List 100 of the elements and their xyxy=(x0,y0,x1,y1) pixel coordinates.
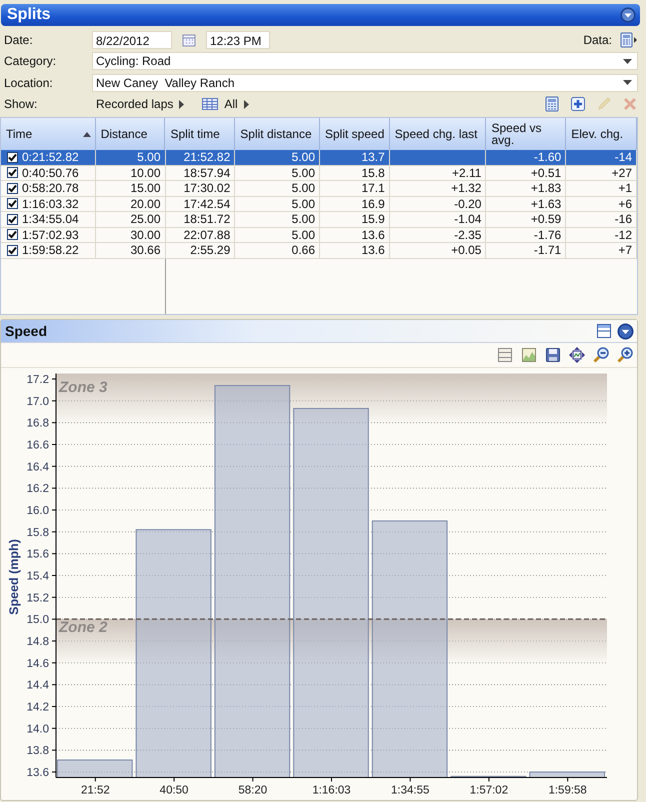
time-field[interactable]: 12:23 PM xyxy=(206,30,270,49)
filter-menu[interactable]: All xyxy=(198,97,253,112)
table-cell: 13.6 xyxy=(361,243,385,258)
panel-title: Speed xyxy=(5,323,48,339)
axis-tick-label: 15.0 xyxy=(26,614,49,626)
table-cell: -1.04 xyxy=(454,212,482,226)
table-cell: 20.00 xyxy=(130,196,160,211)
table-cell: +1.32 xyxy=(451,181,482,196)
table-cell: 5.00 xyxy=(137,150,160,164)
table-row[interactable]: 1:59:58.22 30.66 2:55.29 0.66 13.6 +0.05 -1.71 +7 xyxy=(1,243,637,258)
zone-label: Zone 2 xyxy=(59,619,108,636)
axis-tick-label: 17.2 xyxy=(26,374,49,386)
table-row[interactable]: 0:58:20.78 15.00 17:30.02 5.00 17.1 +1.32 +1.83 +1 xyxy=(1,181,637,196)
axis-tick-label: 14.2 xyxy=(26,702,49,714)
zoom-out-icon[interactable] xyxy=(593,347,609,363)
chart-icon[interactable] xyxy=(521,347,537,363)
checkbox[interactable] xyxy=(7,182,18,194)
table-row[interactable]: 0:21:52.82 5.00 21:52.82 5.00 13.7 -1.60 -14 xyxy=(1,150,637,166)
axis-tick-label: 1:59:58 xyxy=(548,784,587,796)
add-icon[interactable] xyxy=(570,96,586,112)
table-cell: 1:16:03.32 xyxy=(22,196,79,211)
axis-tick-label: 14.4 xyxy=(26,680,49,692)
axis-tick-label: 15.4 xyxy=(26,570,49,582)
field-label: Category: xyxy=(4,54,58,68)
table-cell: +6 xyxy=(618,196,632,211)
table-cell: 13.6 xyxy=(361,228,385,242)
location-dropdown[interactable]: New Caney Valley Ranch xyxy=(92,74,638,92)
field-label: Data: xyxy=(583,32,612,47)
table-cell: 1:59:58.22 xyxy=(22,243,79,258)
dropdown-arrow-icon xyxy=(623,58,632,64)
calendar-icon[interactable] xyxy=(182,32,196,47)
axis-tick-label: 17.0 xyxy=(26,396,49,408)
table-cell: 1:34:55.04 xyxy=(22,212,79,226)
table-row[interactable]: 0:40:50.76 10.00 18:57.94 5.00 15.8 +2.11 +0.51 +27 xyxy=(1,166,637,181)
table-cell: 17:30.02 xyxy=(184,181,230,196)
axis-tick-label: 16.0 xyxy=(26,505,49,517)
checkbox[interactable] xyxy=(7,152,18,163)
axis-tick-label: 13.8 xyxy=(26,745,49,758)
table-cell: 16.9 xyxy=(361,196,385,211)
calculator-icon[interactable] xyxy=(620,32,638,48)
axis-tick-label: 40:50 xyxy=(160,784,188,796)
table-cell: -16 xyxy=(614,212,632,226)
table-cell: 5.00 xyxy=(292,212,316,226)
table-cell: 0:21:52.82 xyxy=(22,150,79,164)
table-cell: -12 xyxy=(614,228,632,242)
checkbox[interactable] xyxy=(7,167,18,178)
table-cell: 10.00 xyxy=(130,166,160,180)
table-cell: 18:57.94 xyxy=(184,166,230,180)
table-cell: +0.05 xyxy=(451,243,482,258)
axis-tick-label: 16.2 xyxy=(26,483,49,496)
table-row[interactable]: 1:34:55.04 25.00 18:51.72 5.00 15.9 -1.04 +0.59 -16 xyxy=(1,212,637,228)
table-cell: 15.9 xyxy=(361,212,385,226)
axis-tick-label: 15.8 xyxy=(26,526,49,539)
zoom-in-icon[interactable] xyxy=(617,347,633,363)
laps-menu[interactable]: Recorded laps xyxy=(92,97,188,112)
table-cell: -0.20 xyxy=(454,196,482,211)
field-label: Date: xyxy=(4,32,34,47)
table-row[interactable]: 1:16:03.32 20.00 17:42.54 5.00 16.9 -0.20 +1.63 +6 xyxy=(1,196,637,212)
category-dropdown[interactable]: Cycling: Road xyxy=(92,52,638,70)
field-label: Show: xyxy=(4,97,38,112)
table-cell: +1 xyxy=(618,181,632,196)
axis-tick-label: 13.6 xyxy=(26,767,49,779)
table-cell: 2:55.29 xyxy=(190,243,230,258)
axis-title: Speed (mph) xyxy=(7,539,21,615)
panel-title: Splits xyxy=(7,6,51,24)
table-cell: 22:07.88 xyxy=(184,228,230,242)
table-cell: 17.1 xyxy=(361,181,385,196)
checkbox[interactable] xyxy=(7,244,18,256)
table-cell: 0:58:20.78 xyxy=(22,181,79,196)
layout-icon[interactable] xyxy=(596,323,612,339)
table-cell: 15.8 xyxy=(361,166,385,180)
dropdown-arrow-icon xyxy=(623,80,632,86)
field-label: Location: xyxy=(4,76,54,90)
table-icon xyxy=(202,98,218,110)
submenu-arrow-icon xyxy=(179,100,184,109)
table-cell: 25.00 xyxy=(130,212,160,226)
checkbox[interactable] xyxy=(7,198,18,210)
table-cell: 17:42.54 xyxy=(184,196,230,211)
axis-tick-label: 14.8 xyxy=(26,636,49,648)
table-cell: +0.59 xyxy=(530,212,562,226)
table-row[interactable]: 1:57:02.93 30.00 22:07.88 5.00 13.6 -2.35 -1.76 -12 xyxy=(1,228,637,243)
fit-icon[interactable] xyxy=(569,347,585,363)
table-cell: -1.60 xyxy=(534,150,562,164)
table-cell: -2.35 xyxy=(454,228,482,242)
checkbox[interactable] xyxy=(7,214,18,225)
table-cell: 5.00 xyxy=(292,181,316,196)
table-cell: 30.66 xyxy=(130,243,160,258)
rows-icon[interactable] xyxy=(497,347,513,363)
table-cell: 15.00 xyxy=(130,181,160,196)
collapse-icon[interactable] xyxy=(620,7,636,23)
checkbox[interactable] xyxy=(7,229,18,240)
table-cell: -1.76 xyxy=(534,228,562,242)
table-cell: 5.00 xyxy=(292,228,316,242)
axis-tick-label: 1:57:02 xyxy=(470,784,508,796)
table-cell: 13.7 xyxy=(361,150,385,164)
save-icon[interactable] xyxy=(545,347,561,363)
date-field[interactable]: 8/22/2012 xyxy=(92,30,172,49)
collapse-icon[interactable] xyxy=(617,322,634,340)
axis-tick-label: 16.8 xyxy=(26,418,49,430)
axis-tick-label: 1:16:03 xyxy=(312,784,351,796)
